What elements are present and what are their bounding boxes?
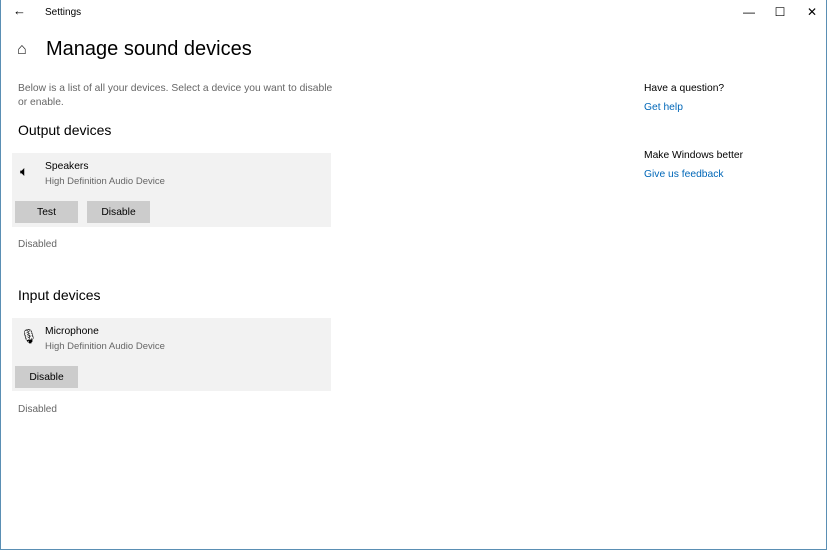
- app-title: Settings: [45, 7, 82, 18]
- disabled-output-label[interactable]: Disabled: [18, 239, 57, 250]
- minimize-button[interactable]: —: [732, 0, 766, 24]
- input-devices-heading: Input devices: [18, 287, 101, 303]
- page-title: Manage sound devices: [46, 38, 252, 60]
- give-feedback-link[interactable]: Give us feedback: [644, 169, 724, 180]
- output-devices-heading: Output devices: [18, 122, 112, 138]
- feedback-heading: Make Windows better: [644, 150, 744, 161]
- microphone-device-card[interactable]: 🎙︎ Microphone High Definition Audio Devi…: [12, 318, 331, 391]
- microphone-icon: 🎙︎: [20, 328, 38, 344]
- disabled-input-label[interactable]: Disabled: [18, 404, 57, 415]
- settings-window: ← Settings — ☐ ✕ ⌂ Manage sound devices …: [0, 0, 827, 550]
- speakers-device-card[interactable]: 🔈︎ Speakers High Definition Audio Device…: [12, 153, 331, 227]
- get-help-link[interactable]: Get help: [644, 102, 683, 113]
- device-type: High Definition Audio Device: [45, 176, 165, 187]
- speaker-icon: 🔈︎: [20, 163, 29, 179]
- disable-microphone-button[interactable]: Disable: [15, 366, 78, 388]
- home-icon[interactable]: ⌂: [17, 41, 27, 59]
- close-button[interactable]: ✕: [795, 0, 827, 24]
- device-type: High Definition Audio Device: [45, 341, 165, 352]
- device-name: Microphone: [45, 326, 99, 337]
- maximize-button[interactable]: ☐: [763, 0, 797, 24]
- question-heading: Have a question?: [644, 83, 725, 94]
- back-button[interactable]: ←: [13, 3, 26, 18]
- test-button[interactable]: Test: [15, 201, 78, 223]
- disable-speakers-button[interactable]: Disable: [87, 201, 150, 223]
- page-description: Below is a list of all your devices. Sel…: [18, 83, 333, 108]
- title-bar: ← Settings — ☐ ✕: [1, 0, 827, 24]
- device-name: Speakers: [45, 161, 89, 172]
